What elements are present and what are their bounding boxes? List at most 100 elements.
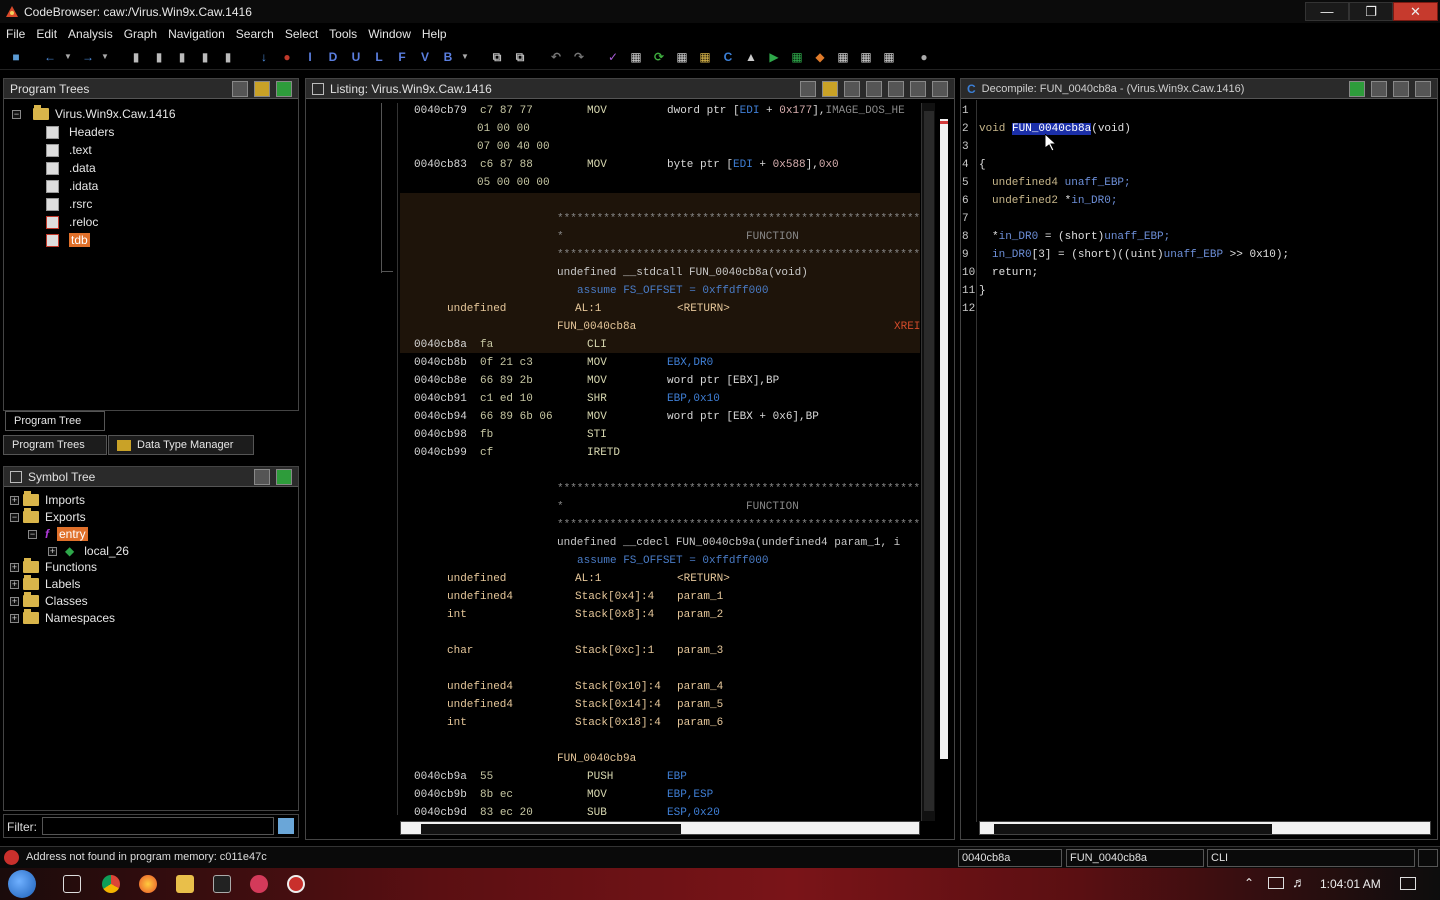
function-signature[interactable]: undefined __stdcall FUN_0040cb8a(void) xyxy=(557,264,808,282)
symbol-classes[interactable]: + Classes xyxy=(10,592,88,610)
tab-program-tree[interactable]: Program Tree xyxy=(5,411,105,431)
volume-icon[interactable]: ♬ xyxy=(1292,874,1306,890)
symbol-entry[interactable]: − f entry xyxy=(28,525,88,543)
menu-navigation[interactable]: Navigation xyxy=(168,27,225,41)
terminal-icon[interactable] xyxy=(213,875,231,893)
back-dropdown-icon[interactable]: ▼ xyxy=(60,49,76,65)
listing-line[interactable]: 0040cb83 c6 87 88 xyxy=(414,156,533,174)
symbol-exports[interactable]: − Exports xyxy=(10,508,86,526)
diff-icon[interactable] xyxy=(888,81,904,97)
redo-icon[interactable]: ↷ xyxy=(571,49,587,65)
notifications-icon[interactable] xyxy=(1400,877,1416,890)
nav-f-icon[interactable]: F xyxy=(394,49,410,65)
symbol-functions[interactable]: + Functions xyxy=(10,558,97,576)
firefox-icon[interactable] xyxy=(139,875,157,893)
listing-line[interactable]: 0040cb98 fb xyxy=(414,426,493,444)
xref-label[interactable]: XREI xyxy=(894,318,920,336)
decompile-line-8[interactable]: *in_DR0 = (short)unaff_EBP; xyxy=(992,228,1170,246)
collapse-toggle-icon[interactable]: − xyxy=(10,512,19,522)
snapshot-decompile-icon[interactable] xyxy=(1415,81,1431,97)
listing-line[interactable]: 0040cb8a fa xyxy=(414,336,493,354)
expand-toggle-icon[interactable]: + xyxy=(10,579,19,589)
app-red-icon[interactable] xyxy=(250,875,268,893)
stop-icon[interactable]: ● xyxy=(279,49,295,65)
network-icon[interactable] xyxy=(1268,877,1284,889)
expand-toggle-icon[interactable]: + xyxy=(10,596,19,606)
options-icon[interactable] xyxy=(932,81,948,97)
forward-icon[interactable]: → xyxy=(80,49,96,65)
listing-line[interactable]: 0040cb94 66 89 6b 06 xyxy=(414,408,553,426)
filter-input[interactable] xyxy=(42,817,274,835)
taskbar-clock[interactable]: 1:04:01 AM xyxy=(1320,877,1381,891)
refresh-icon[interactable]: ⟳ xyxy=(651,49,667,65)
menu-edit[interactable]: Edit xyxy=(36,27,57,41)
tree-item-rsrc[interactable]: .rsrc xyxy=(46,195,92,213)
listing-hscroll-thumb[interactable] xyxy=(421,824,681,834)
ghidra-taskbar-icon[interactable] xyxy=(287,875,305,893)
merge-tree-icon[interactable] xyxy=(276,81,292,97)
nav-function-icon[interactable]: ▮ xyxy=(220,49,236,65)
tray-chevron-icon[interactable]: ⌃ xyxy=(1244,876,1254,890)
tree-item-idata[interactable]: .idata xyxy=(46,177,98,195)
expand-toggle-icon[interactable]: + xyxy=(10,495,19,505)
decompile-line-6[interactable]: undefined2 *in_DR0; xyxy=(992,192,1117,210)
save-icon[interactable]: ■ xyxy=(8,49,24,65)
nav-b-dropdown-icon[interactable]: ▼ xyxy=(457,49,473,65)
bookmark-icon[interactable]: ▦ xyxy=(881,49,897,65)
menu-tools[interactable]: Tools xyxy=(329,27,357,41)
copy-decompile-icon[interactable] xyxy=(1371,81,1387,97)
paste-icon[interactable]: ⧉ xyxy=(512,49,528,65)
tab-data-type-manager[interactable]: Data Type Manager xyxy=(108,435,254,455)
listing-line[interactable]: 0040cb8b 0f 21 c3 xyxy=(414,354,533,372)
expand-toggle-icon[interactable]: + xyxy=(10,562,19,572)
function-signature[interactable]: undefined __cdecl FUN_0040cb9a(undefined… xyxy=(557,534,919,552)
window-icon[interactable]: ▦ xyxy=(858,49,874,65)
snapshot-icon[interactable] xyxy=(910,81,926,97)
nav-undefined-icon[interactable]: ▮ xyxy=(174,49,190,65)
menu-analysis[interactable]: Analysis xyxy=(68,27,113,41)
decompile-hscroll[interactable] xyxy=(979,821,1431,835)
menu-select[interactable]: Select xyxy=(285,27,318,41)
symbol-labels[interactable]: + Labels xyxy=(10,575,80,593)
run-icon[interactable]: ▶ xyxy=(766,49,782,65)
graph-icon[interactable]: ▲ xyxy=(743,49,759,65)
new-tree-icon[interactable] xyxy=(232,81,248,97)
symbol-namespaces[interactable]: + Namespaces xyxy=(10,609,115,627)
down-arrow-icon[interactable]: ↓ xyxy=(256,49,272,65)
decompile-line-9[interactable]: in_DR0[3] = (short)((uint)unaff_EBP >> 0… xyxy=(992,246,1289,264)
cg-icon[interactable]: C xyxy=(720,49,736,65)
decompile-hscroll-thumb[interactable] xyxy=(994,824,1272,834)
tree-item-tdb[interactable]: tdb xyxy=(46,231,90,249)
menu-help[interactable]: Help xyxy=(422,27,447,41)
file-explorer-icon[interactable] xyxy=(176,875,194,893)
listing-line[interactable]: 0040cb9d 83 ec 20 xyxy=(414,804,533,822)
bytes-icon[interactable]: ▦ xyxy=(674,49,690,65)
listing-scroll-thumb[interactable] xyxy=(924,111,934,811)
listing-hscroll[interactable] xyxy=(400,821,920,835)
tree-root[interactable]: − Virus.Win9x.Caw.1416 xyxy=(12,105,176,123)
folder-icon[interactable]: ▦ xyxy=(697,49,713,65)
task-view-icon[interactable] xyxy=(63,875,81,893)
edit-fields-icon[interactable] xyxy=(866,81,882,97)
nav-data-icon[interactable]: ▮ xyxy=(128,49,144,65)
cursor-select-icon[interactable] xyxy=(844,81,860,97)
menu-graph[interactable]: Graph xyxy=(124,27,157,41)
listing-line[interactable]: 0040cb79 c7 87 77 xyxy=(414,102,533,120)
nav-v-icon[interactable]: V xyxy=(417,49,433,65)
refresh-decompile-icon[interactable] xyxy=(1349,81,1365,97)
table-icon[interactable]: ▦ xyxy=(835,49,851,65)
tree-item-data[interactable]: .data xyxy=(46,159,96,177)
listing-line[interactable]: 0040cb9a 55 xyxy=(414,768,493,786)
nav-d-icon[interactable]: D xyxy=(325,49,341,65)
filter-clear-icon[interactable] xyxy=(278,818,294,834)
create-namespace-icon[interactable] xyxy=(254,469,270,485)
tree-item-text[interactable]: .text xyxy=(46,141,92,159)
function-label[interactable]: FUN_0040cb8a xyxy=(557,318,636,336)
decompile-line-5[interactable]: undefined4 unaff_EBP; xyxy=(992,174,1131,192)
function-label[interactable]: FUN_0040cb9a xyxy=(557,750,636,768)
menu-file[interactable]: File xyxy=(6,27,25,41)
menu-search[interactable]: Search xyxy=(236,27,274,41)
listing-line[interactable]: 0040cb9b 8b ec xyxy=(414,786,513,804)
forward-dropdown-icon[interactable]: ▼ xyxy=(97,49,113,65)
copy-icon[interactable]: ⧉ xyxy=(489,49,505,65)
